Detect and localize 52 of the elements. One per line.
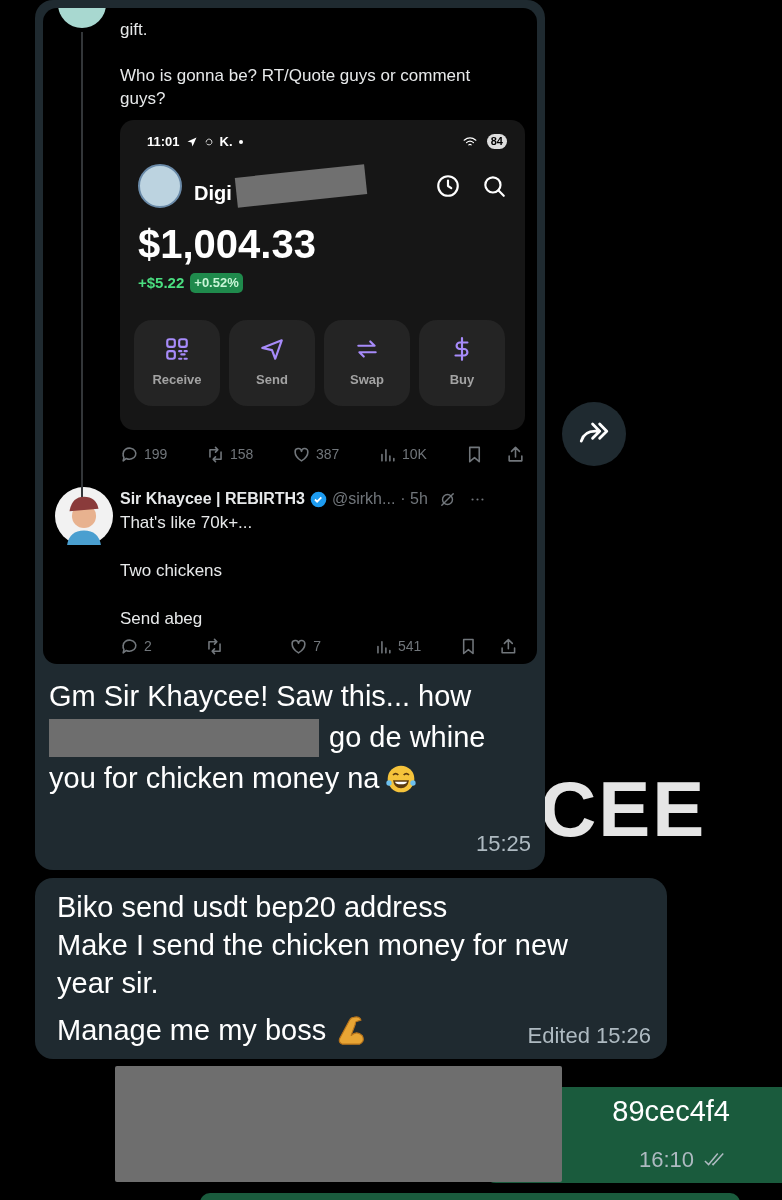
stat-count: 199 bbox=[144, 445, 168, 464]
status-time: 11:01 bbox=[147, 133, 180, 151]
post-age: · 5h bbox=[400, 489, 428, 509]
stat-count: 7 bbox=[313, 637, 322, 656]
reply-text: Two chickens bbox=[120, 560, 224, 582]
message-time: 15:26 bbox=[595, 1023, 651, 1049]
wallet-action-button[interactable]: Receive bbox=[134, 320, 220, 406]
repost-icon bbox=[206, 445, 225, 464]
speech-bubble-icon bbox=[120, 637, 139, 656]
speech-bubble-icon bbox=[120, 445, 139, 464]
heart-icon bbox=[289, 637, 309, 656]
clock-icon[interactable] bbox=[435, 172, 461, 199]
author-handle: @sirkh... bbox=[332, 489, 396, 509]
balance-change: +$5.22 bbox=[138, 272, 185, 293]
wallet-action-button[interactable]: Swap bbox=[324, 320, 410, 406]
message-text: 89cec4f4 bbox=[611, 1094, 730, 1129]
message-text: go de whine bbox=[329, 720, 486, 755]
location-arrow-icon bbox=[185, 135, 198, 148]
stat-count: 541 bbox=[397, 637, 422, 656]
battery-level: 84 bbox=[486, 134, 507, 150]
status-text: K. bbox=[219, 133, 233, 151]
message-text: Make I send the chicken money for new year sir. bbox=[57, 928, 569, 1001]
tweet-text: gift. bbox=[120, 19, 149, 41]
tweet-text: Who is gonna be? RT/Quote guys or comment guys? bbox=[120, 65, 472, 110]
wallet-action-button[interactable]: Send bbox=[229, 320, 315, 406]
heart-icon bbox=[292, 445, 311, 464]
balance-amount: $1,004.33 bbox=[138, 220, 317, 268]
qr-code-icon bbox=[164, 336, 190, 363]
stat-count: 158 bbox=[230, 445, 254, 464]
stat-count: 10K bbox=[402, 445, 427, 464]
wallet-name: Digi bbox=[194, 180, 232, 206]
avatar bbox=[138, 163, 182, 208]
paper-plane-icon bbox=[259, 336, 285, 363]
slashed-circle-icon[interactable] bbox=[438, 490, 456, 508]
message-text: you for chicken money na bbox=[49, 761, 380, 796]
wallpaper-text: CEE bbox=[540, 770, 707, 848]
message-time: 15:25 bbox=[474, 830, 532, 858]
edited-label: Edited bbox=[527, 1023, 590, 1049]
wallet-action-button[interactable]: Buy bbox=[419, 320, 505, 406]
author-name: Sir Khaycee | REBIRTH3 bbox=[120, 489, 305, 509]
reply-text: Send abeg bbox=[120, 608, 204, 630]
refresh-icon bbox=[203, 136, 214, 147]
avatar bbox=[55, 487, 113, 545]
message-text: Manage me my boss bbox=[57, 1013, 327, 1048]
stat-count: 387 bbox=[316, 445, 340, 464]
reply-text: That's like 70k+... bbox=[120, 512, 254, 534]
percent-badge: +0.52% bbox=[190, 273, 243, 293]
share-icon[interactable] bbox=[506, 445, 525, 464]
message-text: Gm Sir Khaycee! Saw this... how bbox=[49, 679, 472, 714]
message-text: Biko send usdt bep20 address bbox=[57, 890, 448, 925]
message-time: 16:10 bbox=[638, 1146, 694, 1174]
stat-count: 2 bbox=[144, 637, 152, 656]
